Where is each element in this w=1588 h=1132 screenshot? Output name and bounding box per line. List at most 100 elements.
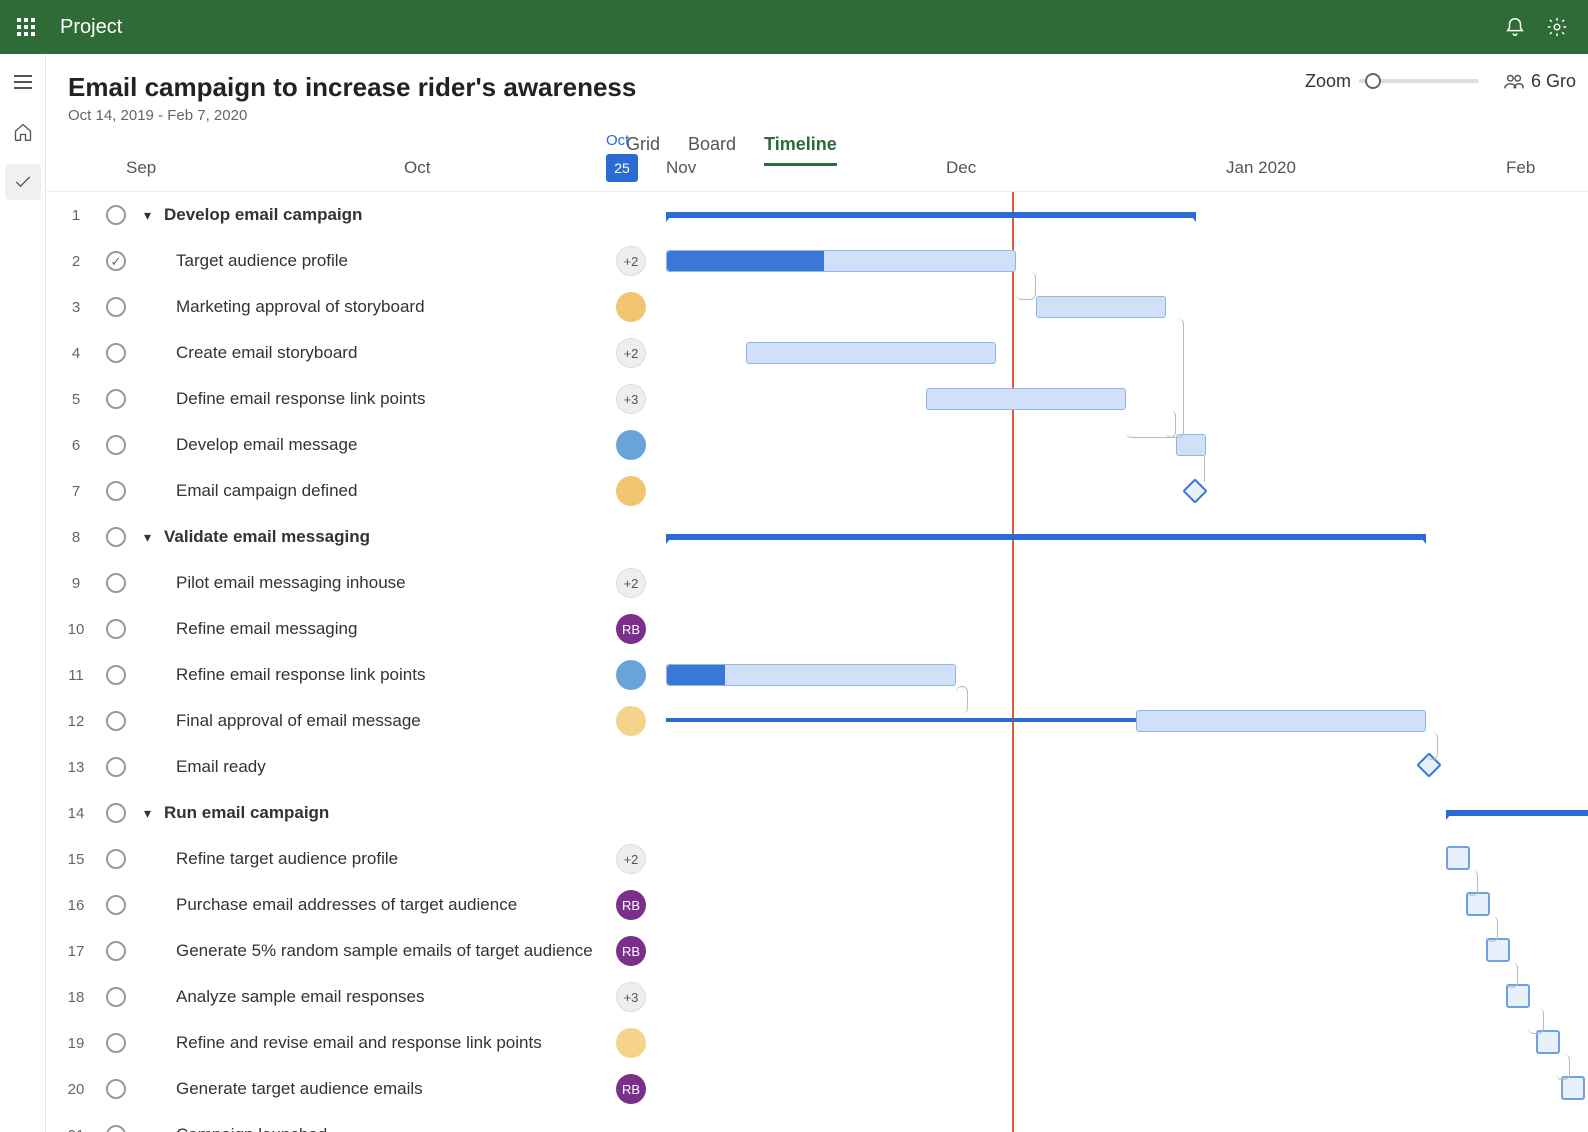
- menu-icon[interactable]: [5, 64, 41, 100]
- complete-toggle[interactable]: [106, 803, 126, 823]
- task-name[interactable]: Email ready: [176, 757, 266, 777]
- complete-toggle[interactable]: [106, 573, 126, 593]
- app-name: Project: [60, 16, 122, 39]
- app-launcher-icon[interactable]: [10, 11, 42, 43]
- month-jan: Jan 2020: [1226, 158, 1296, 178]
- notifications-icon[interactable]: [1494, 6, 1536, 48]
- zoom-control[interactable]: Zoom: [1305, 71, 1479, 92]
- expand-chevron-icon[interactable]: ▾: [144, 207, 162, 224]
- assignee-avatar[interactable]: [616, 476, 646, 506]
- task-name[interactable]: Define email response link points: [176, 389, 425, 409]
- complete-toggle[interactable]: [106, 987, 126, 1007]
- task-row[interactable]: 5▾Define email response link points+3: [46, 376, 1588, 422]
- assignee-count-badge[interactable]: +2: [616, 246, 646, 276]
- task-name[interactable]: Develop email campaign: [164, 205, 362, 225]
- assignee-avatar[interactable]: [616, 292, 646, 322]
- task-name[interactable]: Pilot email messaging inhouse: [176, 573, 406, 593]
- row-number: 14: [46, 805, 106, 822]
- assignee-count-badge[interactable]: +2: [616, 568, 646, 598]
- task-row[interactable]: 21▾Campaign launched: [46, 1112, 1588, 1132]
- task-row[interactable]: 16▾Purchase email addresses of target au…: [46, 882, 1588, 928]
- complete-toggle[interactable]: [106, 481, 126, 501]
- assignee-avatar[interactable]: [616, 706, 646, 736]
- task-row[interactable]: 8▾Validate email messaging: [46, 514, 1588, 560]
- task-row[interactable]: 1▾Develop email campaign: [46, 192, 1588, 238]
- row-number: 20: [46, 1081, 106, 1098]
- assignee-avatar[interactable]: RB: [616, 1074, 646, 1104]
- complete-toggle[interactable]: [106, 711, 126, 731]
- task-row[interactable]: 4▾Create email storyboard+2: [46, 330, 1588, 376]
- task-name[interactable]: Run email campaign: [164, 803, 329, 823]
- task-row[interactable]: 9▾Pilot email messaging inhouse+2: [46, 560, 1588, 606]
- task-name[interactable]: Develop email message: [176, 435, 357, 455]
- home-icon[interactable]: [5, 114, 41, 150]
- complete-toggle[interactable]: [106, 297, 126, 317]
- complete-toggle[interactable]: [106, 849, 126, 869]
- complete-toggle[interactable]: [106, 435, 126, 455]
- complete-toggle[interactable]: [106, 619, 126, 639]
- row-number: 11: [46, 667, 106, 684]
- complete-toggle[interactable]: [106, 205, 126, 225]
- assignee-avatar[interactable]: RB: [616, 890, 646, 920]
- task-row[interactable]: 11▾Refine email response link points: [46, 652, 1588, 698]
- complete-toggle[interactable]: [106, 757, 126, 777]
- expand-chevron-icon[interactable]: ▾: [144, 805, 162, 822]
- complete-toggle[interactable]: [106, 343, 126, 363]
- task-name[interactable]: Create email storyboard: [176, 343, 357, 363]
- task-name[interactable]: Marketing approval of storyboard: [176, 297, 425, 317]
- assignee-count-badge[interactable]: +3: [616, 384, 646, 414]
- task-name[interactable]: Final approval of email message: [176, 711, 421, 731]
- task-name[interactable]: Generate 5% random sample emails of targ…: [176, 941, 593, 961]
- task-name[interactable]: Refine email response link points: [176, 665, 425, 685]
- complete-toggle[interactable]: [106, 251, 126, 271]
- task-name[interactable]: Generate target audience emails: [176, 1079, 423, 1099]
- today-chip[interactable]: 25: [606, 154, 638, 182]
- task-row[interactable]: 14 ▾Run email campaign: [46, 790, 1588, 836]
- group-members-button[interactable]: 6 Gro: [1503, 70, 1576, 92]
- row-number: 2: [46, 253, 106, 270]
- task-row[interactable]: 10▾Refine email messagingRB: [46, 606, 1588, 652]
- assignee-count-badge[interactable]: +2: [616, 338, 646, 368]
- task-name[interactable]: Refine and revise email and response lin…: [176, 1033, 542, 1053]
- task-name[interactable]: Refine target audience profile: [176, 849, 398, 869]
- complete-toggle[interactable]: [106, 895, 126, 915]
- settings-icon[interactable]: [1536, 6, 1578, 48]
- complete-toggle[interactable]: [106, 1033, 126, 1053]
- task-name[interactable]: Analyze sample email responses: [176, 987, 425, 1007]
- task-row[interactable]: 6▾Develop email message: [46, 422, 1588, 468]
- complete-toggle[interactable]: [106, 1125, 126, 1132]
- task-name[interactable]: Purchase email addresses of target audie…: [176, 895, 517, 915]
- task-name[interactable]: Email campaign defined: [176, 481, 357, 501]
- complete-toggle[interactable]: [106, 941, 126, 961]
- task-row[interactable]: 13▾Email ready: [46, 744, 1588, 790]
- assignee-avatar[interactable]: RB: [616, 614, 646, 644]
- complete-toggle[interactable]: [106, 1079, 126, 1099]
- task-name[interactable]: Campaign launched: [176, 1125, 327, 1132]
- task-row[interactable]: 15▾Refine target audience profile+2: [46, 836, 1588, 882]
- assignee-avatar[interactable]: [616, 430, 646, 460]
- complete-toggle[interactable]: [106, 389, 126, 409]
- assignee-count-badge[interactable]: +2: [616, 844, 646, 874]
- task-row[interactable]: 7▾Email campaign defined: [46, 468, 1588, 514]
- assignee-avatar[interactable]: [616, 660, 646, 690]
- zoom-label: Zoom: [1305, 71, 1351, 92]
- complete-toggle[interactable]: [106, 527, 126, 547]
- task-name[interactable]: Refine email messaging: [176, 619, 357, 639]
- task-row[interactable]: 17▾Generate 5% random sample emails of t…: [46, 928, 1588, 974]
- task-name[interactable]: Validate email messaging: [164, 527, 370, 547]
- zoom-slider[interactable]: [1359, 79, 1479, 83]
- expand-chevron-icon[interactable]: ▾: [144, 529, 162, 546]
- task-row[interactable]: 18▾Analyze sample email responses+3: [46, 974, 1588, 1020]
- assignee-avatar[interactable]: RB: [616, 936, 646, 966]
- tasks-icon[interactable]: [5, 164, 41, 200]
- complete-toggle[interactable]: [106, 665, 126, 685]
- month-dec: Dec: [946, 158, 976, 178]
- task-row[interactable]: 19▾Refine and revise email and response …: [46, 1020, 1588, 1066]
- task-row[interactable]: 2▾Target audience profile+2: [46, 238, 1588, 284]
- task-row[interactable]: 20▾Generate target audience emailsRB: [46, 1066, 1588, 1112]
- assignee-count-badge[interactable]: +3: [616, 982, 646, 1012]
- task-row[interactable]: 3▾Marketing approval of storyboard: [46, 284, 1588, 330]
- task-name[interactable]: Target audience profile: [176, 251, 348, 271]
- task-row[interactable]: 12▾Final approval of email message: [46, 698, 1588, 744]
- assignee-avatar[interactable]: [616, 1028, 646, 1058]
